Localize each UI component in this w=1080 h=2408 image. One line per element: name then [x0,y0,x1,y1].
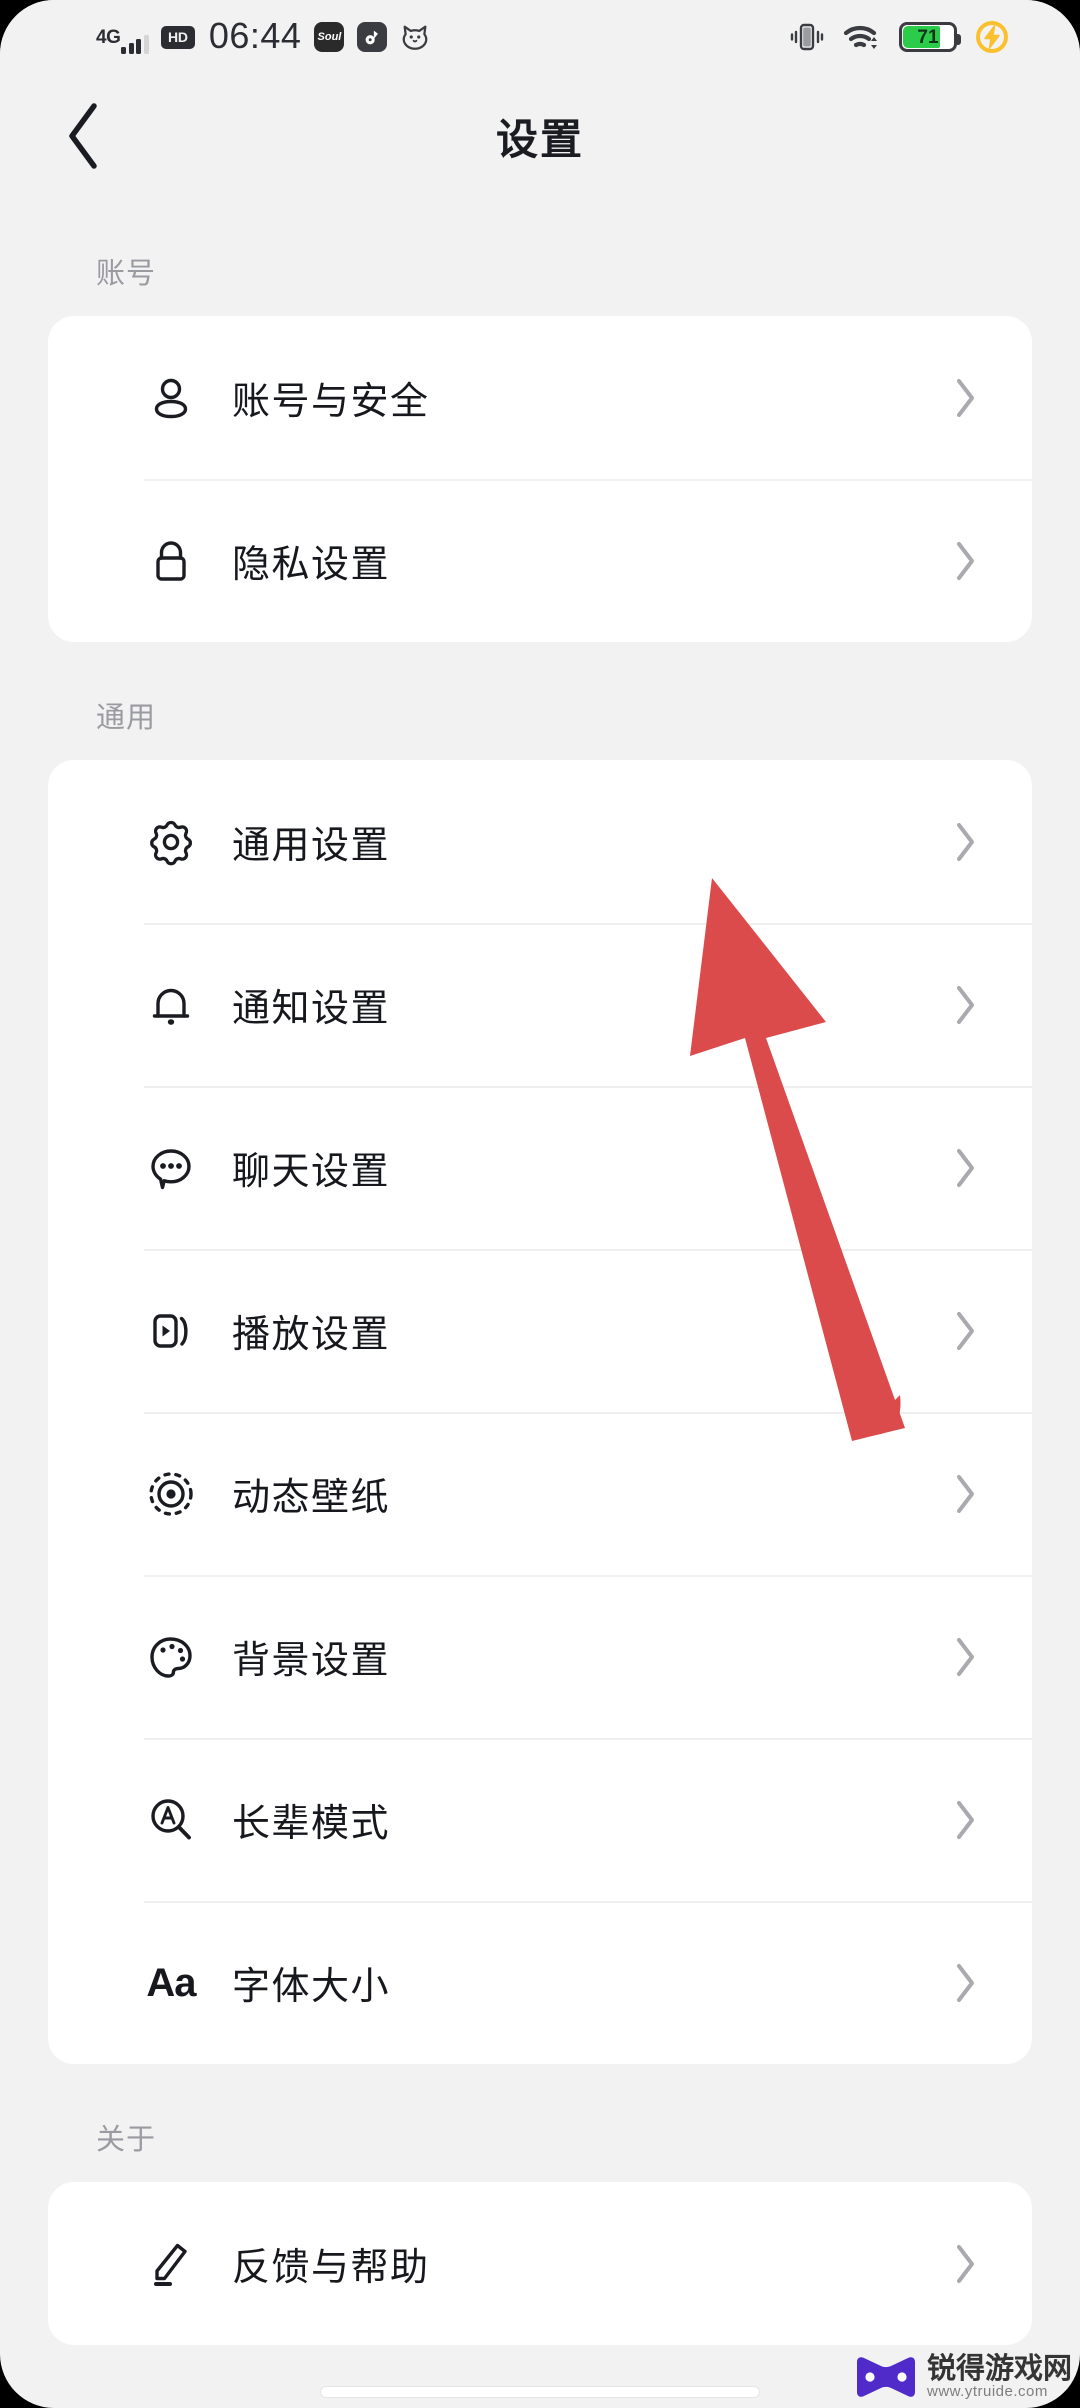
settings-row-label: 字体大小 [232,1966,391,2008]
chevron-right-icon [954,1636,978,1678]
vibrate-icon [790,23,824,51]
soul-app-icon: Soul [314,22,345,52]
settings-card-general: 通用设置 通知设置 聊天设置 播放设置 动态壁纸 背景设置 长辈模式 Aa 字体… [48,760,1032,2064]
chevron-right-icon [954,540,978,582]
dynamic-wallpaper-icon [144,1467,198,1521]
section-label-about: 关于 [96,2124,157,2156]
pencil-icon [144,2237,198,2291]
settings-row-account-security[interactable]: 账号与安全 [48,316,1032,479]
chevron-right-icon [954,1799,978,1841]
settings-row-label: 通知设置 [232,988,391,1030]
settings-row-general-settings[interactable]: 通用设置 [48,760,1032,923]
settings-content: 账号 账号与安全 隐私设置 通用 通用设置 通知设置 聊天设置 播放设置 动态壁… [0,198,1080,2408]
settings-row-label: 播放设置 [232,1314,391,1356]
settings-row-label: 账号与安全 [232,381,430,423]
chevron-right-icon [954,821,978,863]
settings-card-about: 反馈与帮助 [48,2182,1032,2345]
phone-screen: 4G HD 06:44 Soul 71 设置 账号 账号与安全 隐私设置 通用 … [0,0,1080,2408]
signal-bars-icon [121,34,149,54]
bell-icon [144,978,198,1032]
cellular-signal-icon: 4G [96,19,149,55]
watermark-site-name: 锐得游戏网 [926,2352,1072,2385]
settings-row-label: 隐私设置 [232,544,391,586]
settings-row-label: 反馈与帮助 [232,2247,430,2289]
page-title: 设置 [495,115,584,163]
settings-row-label: 动态壁纸 [232,1477,391,1519]
font-size-aa-icon: Aa [146,1960,196,2005]
settings-row-elder-mode[interactable]: 长辈模式 [48,1738,1032,1901]
status-bar-right: 71 [789,0,1010,74]
chevron-right-icon [954,1147,978,1189]
settings-row-privacy[interactable]: 隐私设置 [48,479,1032,642]
wifi-icon [843,25,877,49]
chevron-right-icon [954,1962,978,2004]
watermark-site-url: www.ytruide.com [926,2383,1048,2401]
settings-row-notification-settings[interactable]: 通知设置 [48,923,1032,1086]
nav-header: 设置 [0,74,1080,198]
palette-icon [144,1630,198,1684]
settings-row-label: 聊天设置 [232,1151,391,1193]
chevron-right-icon [954,1310,978,1352]
section-label-account: 账号 [96,258,157,290]
settings-row-label: 通用设置 [232,825,391,867]
settings-row-dynamic-wallpaper[interactable]: 动态壁纸 [48,1412,1032,1575]
lock-icon [144,534,198,588]
section-label-general: 通用 [96,702,157,734]
settings-row-background-settings[interactable]: 背景设置 [48,1575,1032,1738]
status-bar-left: 4G HD 06:44 Soul [96,15,430,56]
chevron-right-icon [954,2243,978,2285]
play-video-icon [144,1304,198,1358]
settings-row-feedback-help[interactable]: 反馈与帮助 [48,2182,1032,2345]
settings-row-label: 背景设置 [232,1640,391,1682]
cat-app-icon [400,22,430,52]
person-icon [144,371,198,425]
home-indicator[interactable] [320,2386,760,2398]
chat-bubble-icon [144,1141,198,1195]
settings-row-label: 长辈模式 [232,1803,391,1845]
music-app-icon [357,22,388,52]
chevron-right-icon [954,984,978,1026]
charging-bolt-icon [976,21,1008,53]
settings-row-font-size[interactable]: Aa 字体大小 [48,1901,1032,2064]
gear-icon [144,815,198,869]
hd-badge: HD [160,25,195,49]
status-bar: 4G HD 06:44 Soul 71 [0,0,1080,74]
magnifier-a-icon [144,1793,198,1847]
status-bar-clock: 06:44 [208,15,302,56]
battery-indicator: 71 [899,22,961,52]
settings-card-account: 账号与安全 隐私设置 [48,316,1032,642]
settings-row-chat-settings[interactable]: 聊天设置 [48,1086,1032,1249]
chevron-right-icon [954,1473,978,1515]
watermark-text: 锐得游戏网 www.ytruide.com [926,2352,1072,2401]
network-type-label: 4G [96,27,121,48]
soul-app-icon-label: Soul [317,31,342,43]
chevron-right-icon [954,377,978,419]
watermark-logo-icon [856,2357,915,2397]
settings-row-playback-settings[interactable]: 播放设置 [48,1249,1032,1412]
watermark: 锐得游戏网 www.ytruide.com [853,2352,1072,2401]
battery-percent-label: 71 [917,26,939,48]
